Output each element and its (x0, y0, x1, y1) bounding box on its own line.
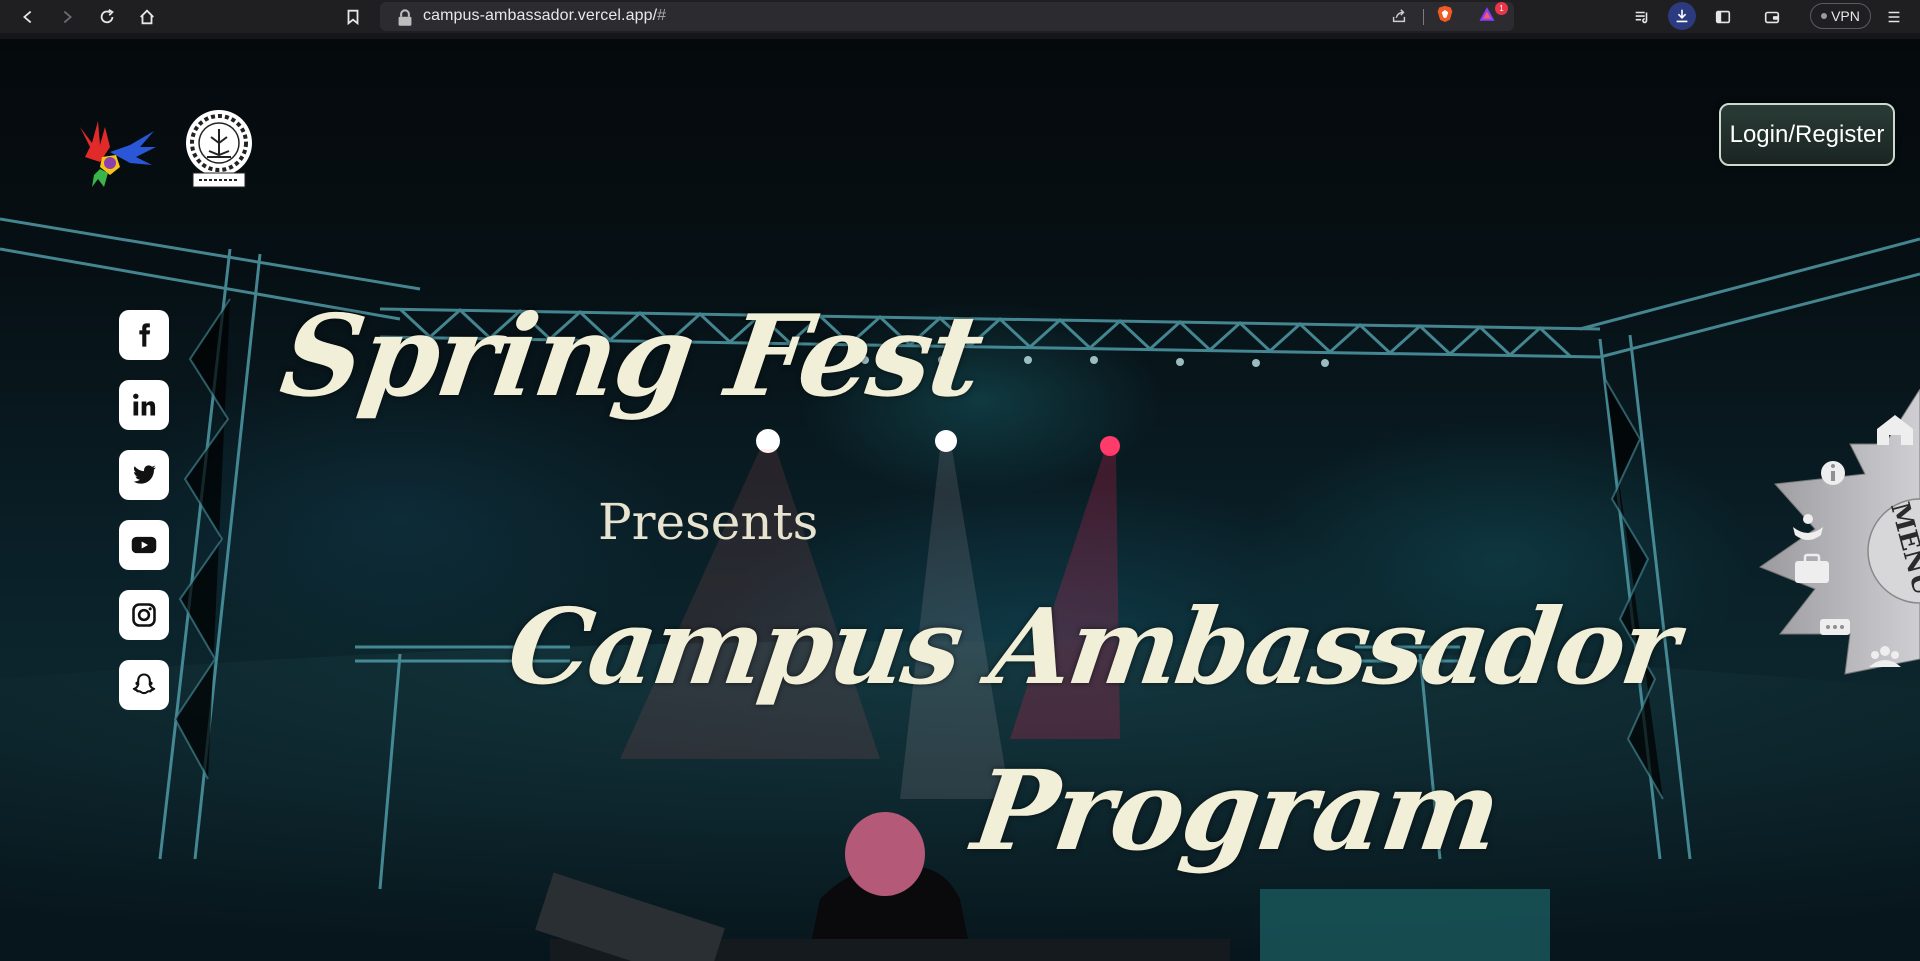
hero-title-campus-ambassador: Campus Ambassador (501, 585, 1684, 708)
notification-badge: 1 (1495, 2, 1508, 15)
twitter-link[interactable] (119, 450, 169, 500)
instagram-icon (132, 603, 156, 627)
reload-icon[interactable] (93, 0, 121, 33)
info-icon[interactable] (1821, 461, 1845, 485)
lock-icon (398, 9, 412, 26)
springfest-logo[interactable] (70, 117, 156, 189)
vpn-button[interactable]: VPN (1810, 3, 1871, 29)
radial-menu[interactable]: MENU (1755, 389, 1920, 699)
facebook-icon (139, 323, 151, 347)
wallet-icon[interactable] (1758, 0, 1786, 33)
url-text[interactable]: campus-ambassador.vercel.app/# (423, 7, 666, 25)
hero-title-springfest: Spring Fest (273, 291, 990, 422)
home-icon[interactable] (133, 0, 161, 33)
address-bar[interactable]: campus-ambassador.vercel.app/# 1 (380, 2, 1514, 31)
hero-section: Login/Register Spring Fest Presents Camp… (0, 39, 1920, 961)
vpn-status-dot (1821, 13, 1828, 19)
browser-toolbar: campus-ambassador.vercel.app/# 1 VPN (0, 0, 1920, 33)
back-icon[interactable] (14, 0, 42, 33)
divider (1423, 9, 1424, 25)
playlist-icon[interactable] (1628, 0, 1656, 33)
youtube-link[interactable] (119, 520, 169, 570)
hero-presents: Presents (598, 493, 819, 551)
linkedin-icon (133, 393, 156, 416)
snapchat-icon (132, 673, 156, 695)
download-icon[interactable] (1668, 2, 1696, 30)
login-register-button[interactable]: Login/Register (1719, 103, 1895, 166)
twitter-icon (133, 465, 156, 484)
share-icon[interactable] (1390, 7, 1408, 25)
menu-icon[interactable] (1880, 0, 1908, 33)
linkedin-link[interactable] (119, 380, 169, 430)
chat-icon[interactable] (1820, 619, 1850, 635)
stage-truss-illustration (0, 217, 1920, 961)
brave-rewards-icon[interactable] (1478, 5, 1496, 23)
iit-kharagpur-logo[interactable] (183, 107, 255, 191)
forward-icon[interactable] (53, 0, 81, 33)
bookmark-icon[interactable] (339, 0, 367, 33)
instagram-link[interactable] (119, 590, 169, 640)
hero-title-program: Program (965, 746, 1507, 875)
sidebar-icon[interactable] (1709, 0, 1737, 33)
brave-shields-icon[interactable] (1436, 5, 1454, 23)
snapchat-link[interactable] (119, 660, 169, 710)
youtube-icon (131, 536, 157, 554)
facebook-link[interactable] (119, 310, 169, 360)
